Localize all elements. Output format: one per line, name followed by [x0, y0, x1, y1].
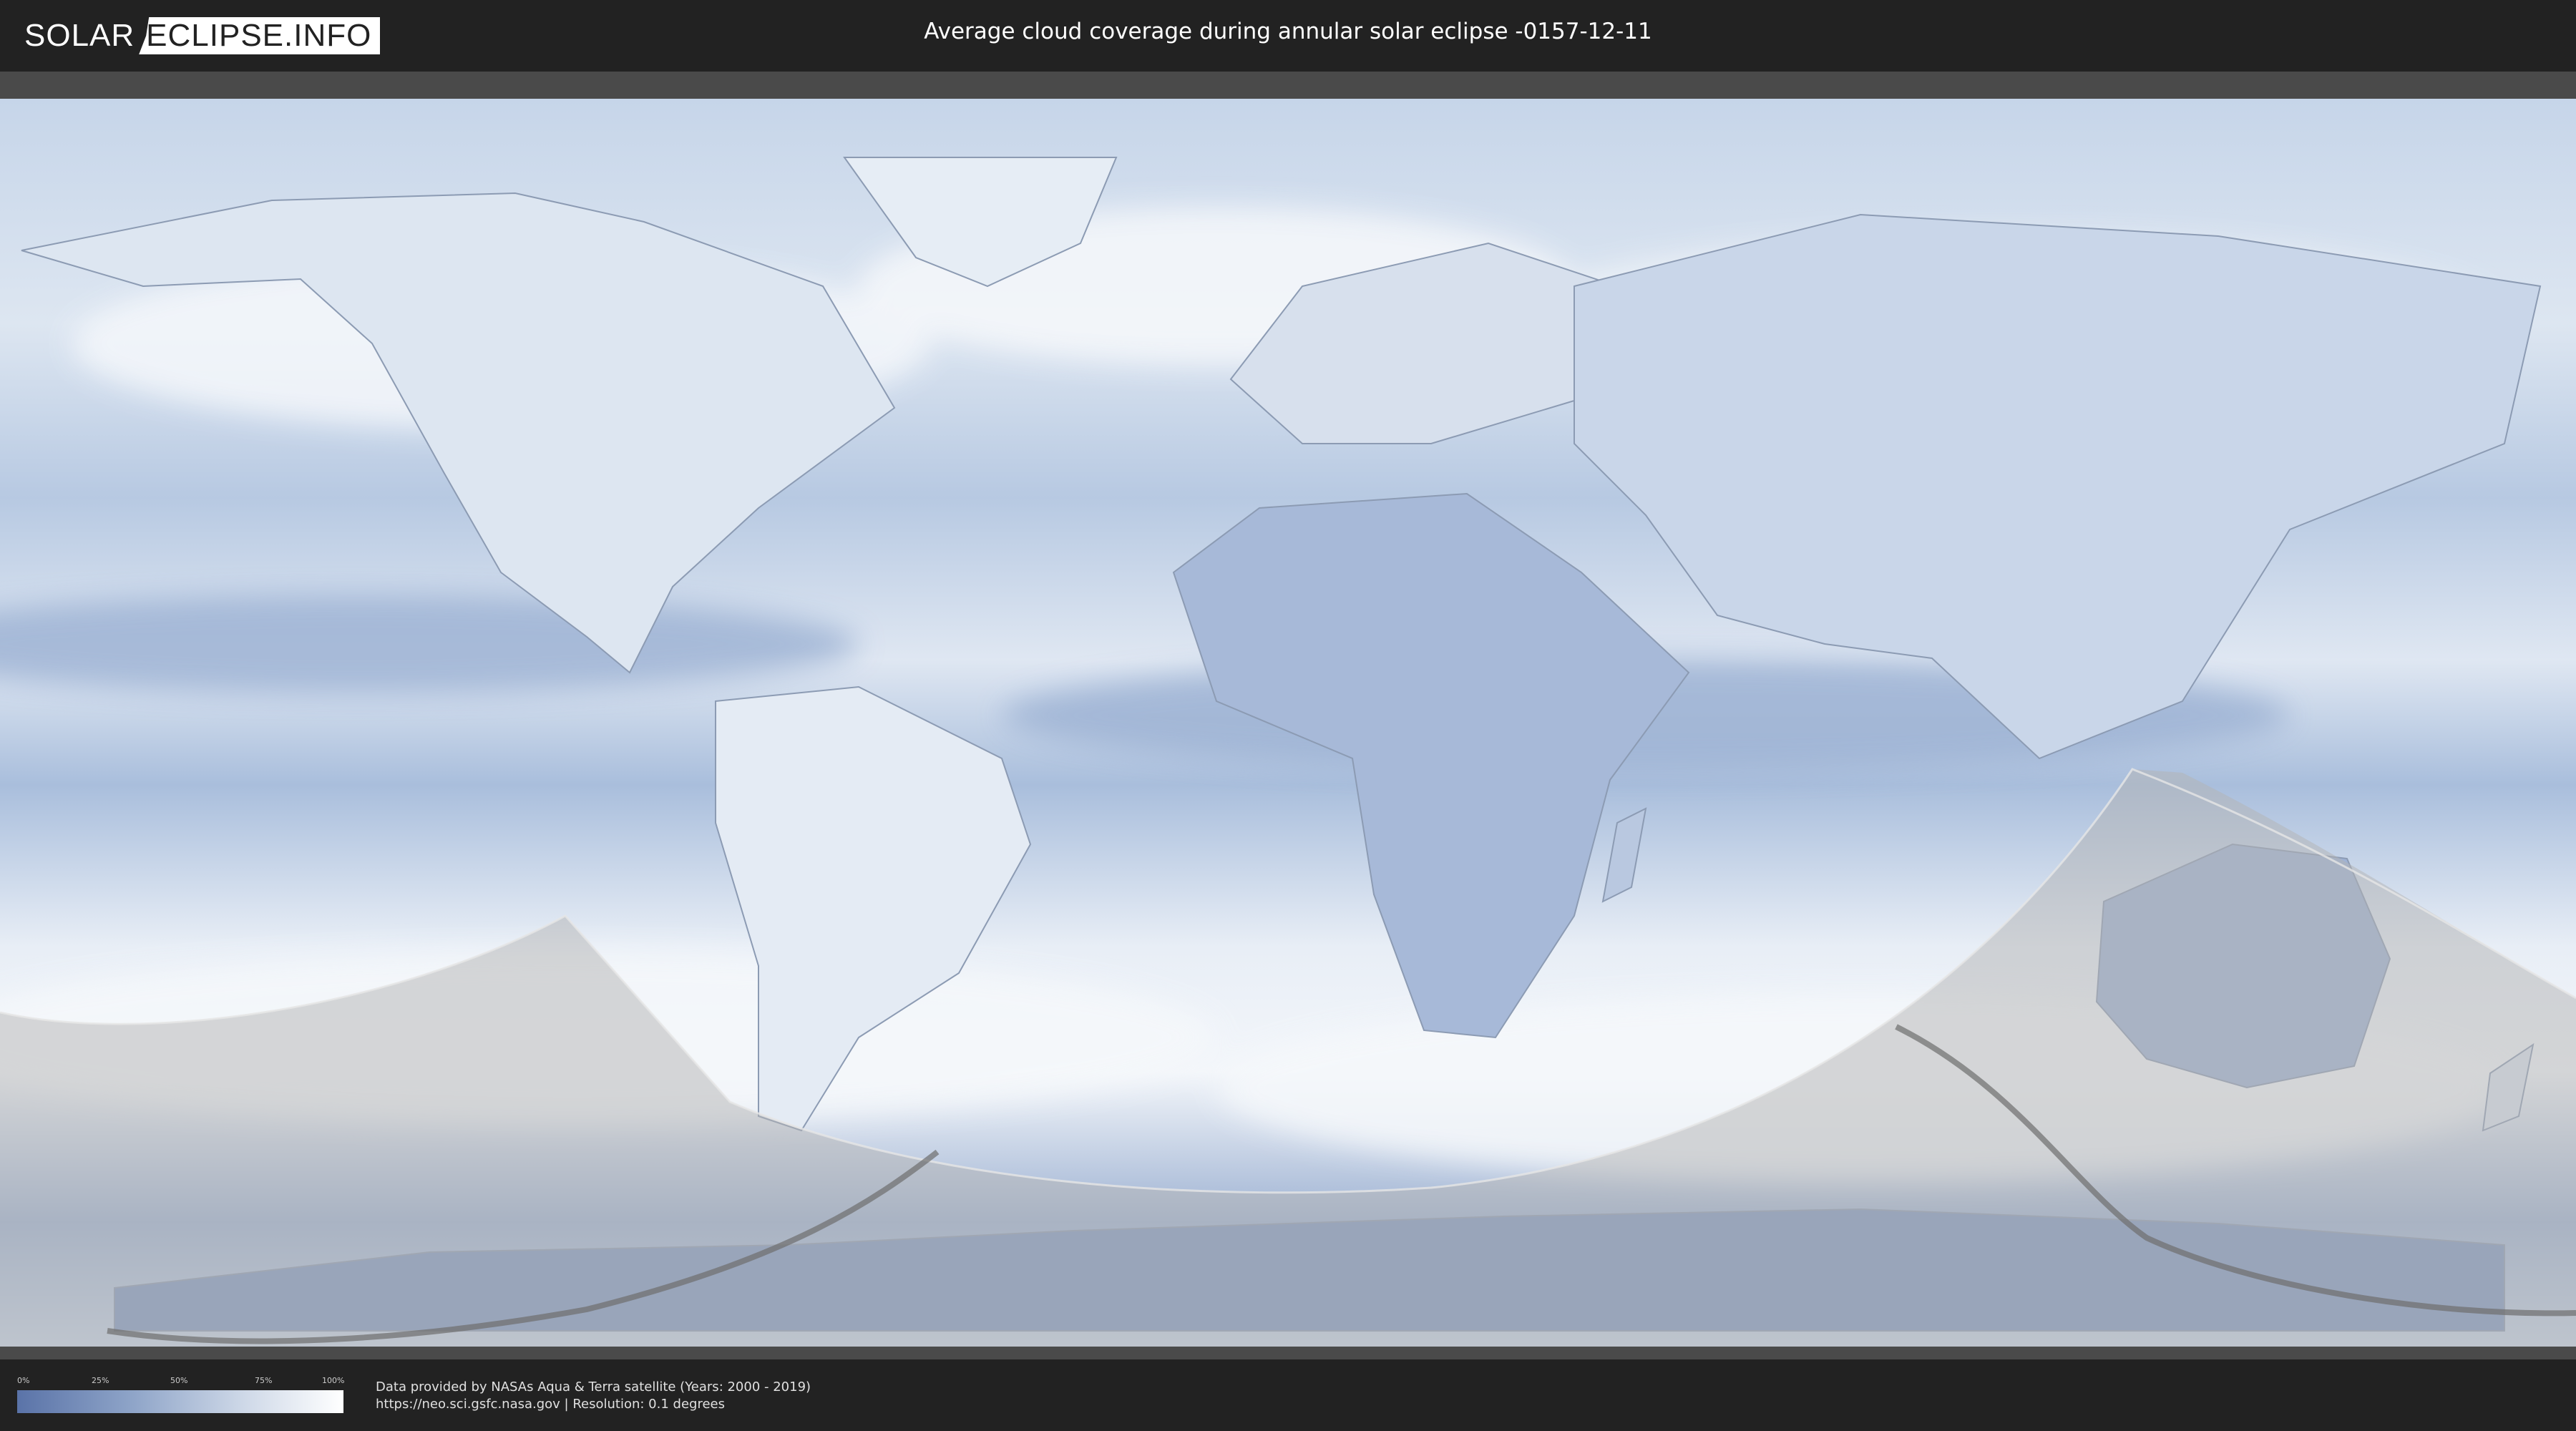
page-title: Average cloud coverage during annular so… — [924, 19, 1652, 44]
cloud-coverage-map[interactable] — [0, 72, 2576, 1359]
data-credit-line: Data provided by NASAs Aqua & Terra sate… — [376, 1379, 811, 1395]
data-source-line: https://neo.sci.gsfc.nasa.gov | Resoluti… — [376, 1397, 725, 1412]
legend-tick-50: 50% — [170, 1376, 188, 1385]
cloud-coverage-legend-bar — [17, 1390, 343, 1413]
legend-tick-75: 75% — [255, 1376, 273, 1385]
legend-tick-100: 100% — [322, 1376, 345, 1385]
footer-bar — [0, 1359, 2576, 1431]
header-bar: SOLAR ECLIPSE.INFO Average cloud coverag… — [0, 0, 2576, 72]
legend-tick-0: 0% — [17, 1376, 30, 1385]
legend-tick-25: 25% — [92, 1376, 109, 1385]
map-svg — [0, 99, 2576, 1347]
